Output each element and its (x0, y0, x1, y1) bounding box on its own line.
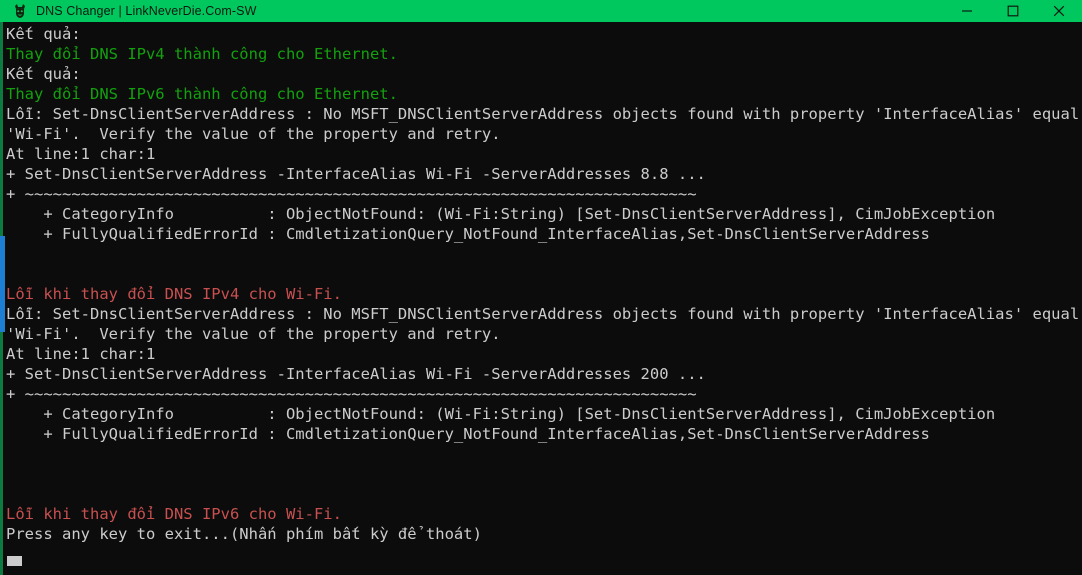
console-line: + FullyQualifiedErrorId : CmdletizationQ… (6, 225, 930, 243)
minimize-button[interactable] (944, 0, 990, 22)
maximize-button[interactable] (990, 0, 1036, 22)
console-line: Lỗi: Set-DnsClientServerAddress : No MSF… (6, 105, 1082, 123)
window-title: DNS Changer | LinkNeverDie.Com-SW (36, 4, 257, 18)
console-line: Lỗi: Set-DnsClientServerAddress : No MSF… (6, 305, 1082, 323)
console-line: + Set-DnsClientServerAddress -InterfaceA… (6, 165, 706, 183)
console-line: At line:1 char:1 (6, 145, 156, 163)
console-line: Lỗi khi thay đổi DNS IPv6 cho Wi-Fi. (6, 505, 342, 523)
console-window: DNS Changer | LinkNeverDie.Com-SW Kết qu… (0, 0, 1082, 575)
close-button[interactable] (1036, 0, 1082, 22)
console-line: Thay đổi DNS IPv4 thành công cho Etherne… (6, 45, 398, 63)
text-cursor (7, 556, 22, 566)
console-line-list: Kết quả: Thay đổi DNS IPv4 thành công cho… (0, 22, 1082, 544)
console-line: 'Wi-Fi'. Verify the value of the propert… (6, 325, 501, 343)
minimize-icon (961, 5, 973, 17)
title-bar[interactable]: DNS Changer | LinkNeverDie.Com-SW (0, 0, 1082, 22)
console-output-area[interactable]: Kết quả: Thay đổi DNS IPv4 thành công cho… (0, 22, 1082, 575)
console-line: Kết quả: (6, 65, 81, 83)
console-line: + CategoryInfo : ObjectNotFound: (Wi-Fi:… (6, 405, 996, 423)
console-line: Kết quả: (6, 25, 81, 43)
app-icon (12, 3, 28, 19)
maximize-icon (1007, 5, 1019, 17)
console-line: Press any key to exit...(Nhấn phím bất k… (6, 525, 482, 543)
console-line: + FullyQualifiedErrorId : CmdletizationQ… (6, 425, 930, 443)
console-line: Thay đổi DNS IPv6 thành công cho Etherne… (6, 85, 398, 103)
console-line: + Set-DnsClientServerAddress -InterfaceA… (6, 365, 706, 383)
close-icon (1053, 5, 1065, 17)
console-line: Lỗi khi thay đổi DNS IPv4 cho Wi-Fi. (6, 285, 342, 303)
console-line: + ~~~~~~~~~~~~~~~~~~~~~~~~~~~~~~~~~~~~~~… (6, 385, 697, 403)
console-line: + CategoryInfo : ObjectNotFound: (Wi-Fi:… (6, 205, 996, 223)
console-line: At line:1 char:1 (6, 345, 156, 363)
console-line: 'Wi-Fi'. Verify the value of the propert… (6, 125, 501, 143)
console-line: + ~~~~~~~~~~~~~~~~~~~~~~~~~~~~~~~~~~~~~~… (6, 185, 697, 203)
